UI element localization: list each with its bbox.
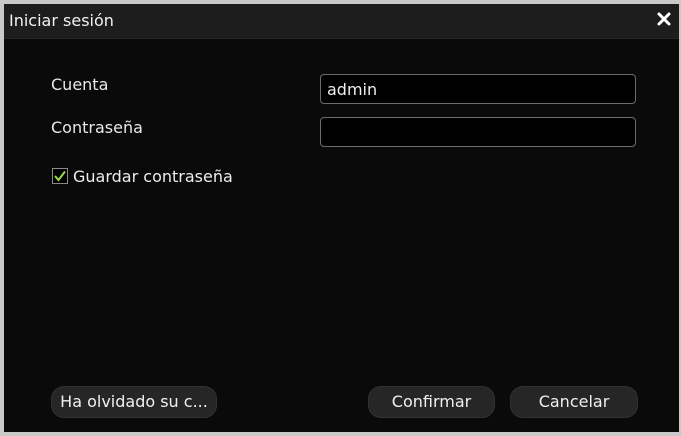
checkmark-icon (54, 170, 66, 182)
dialog-titlebar: Iniciar sesión (4, 4, 679, 39)
save-password-label: Guardar contraseña (73, 167, 233, 186)
dialog-title: Iniciar sesión (9, 11, 114, 30)
account-label: Cuenta (51, 75, 109, 94)
password-input[interactable] (320, 117, 636, 147)
cancel-button[interactable]: Cancelar (510, 386, 638, 418)
forgot-password-button[interactable]: Ha olvidado su c... (51, 386, 217, 418)
login-dialog: Iniciar sesión Cuenta Contraseña Guardar… (4, 4, 679, 432)
close-icon[interactable] (655, 8, 673, 30)
confirm-button[interactable]: Confirmar (368, 386, 495, 418)
save-password-checkbox[interactable] (52, 168, 68, 184)
password-label: Contraseña (51, 118, 143, 137)
account-input[interactable] (320, 74, 636, 104)
